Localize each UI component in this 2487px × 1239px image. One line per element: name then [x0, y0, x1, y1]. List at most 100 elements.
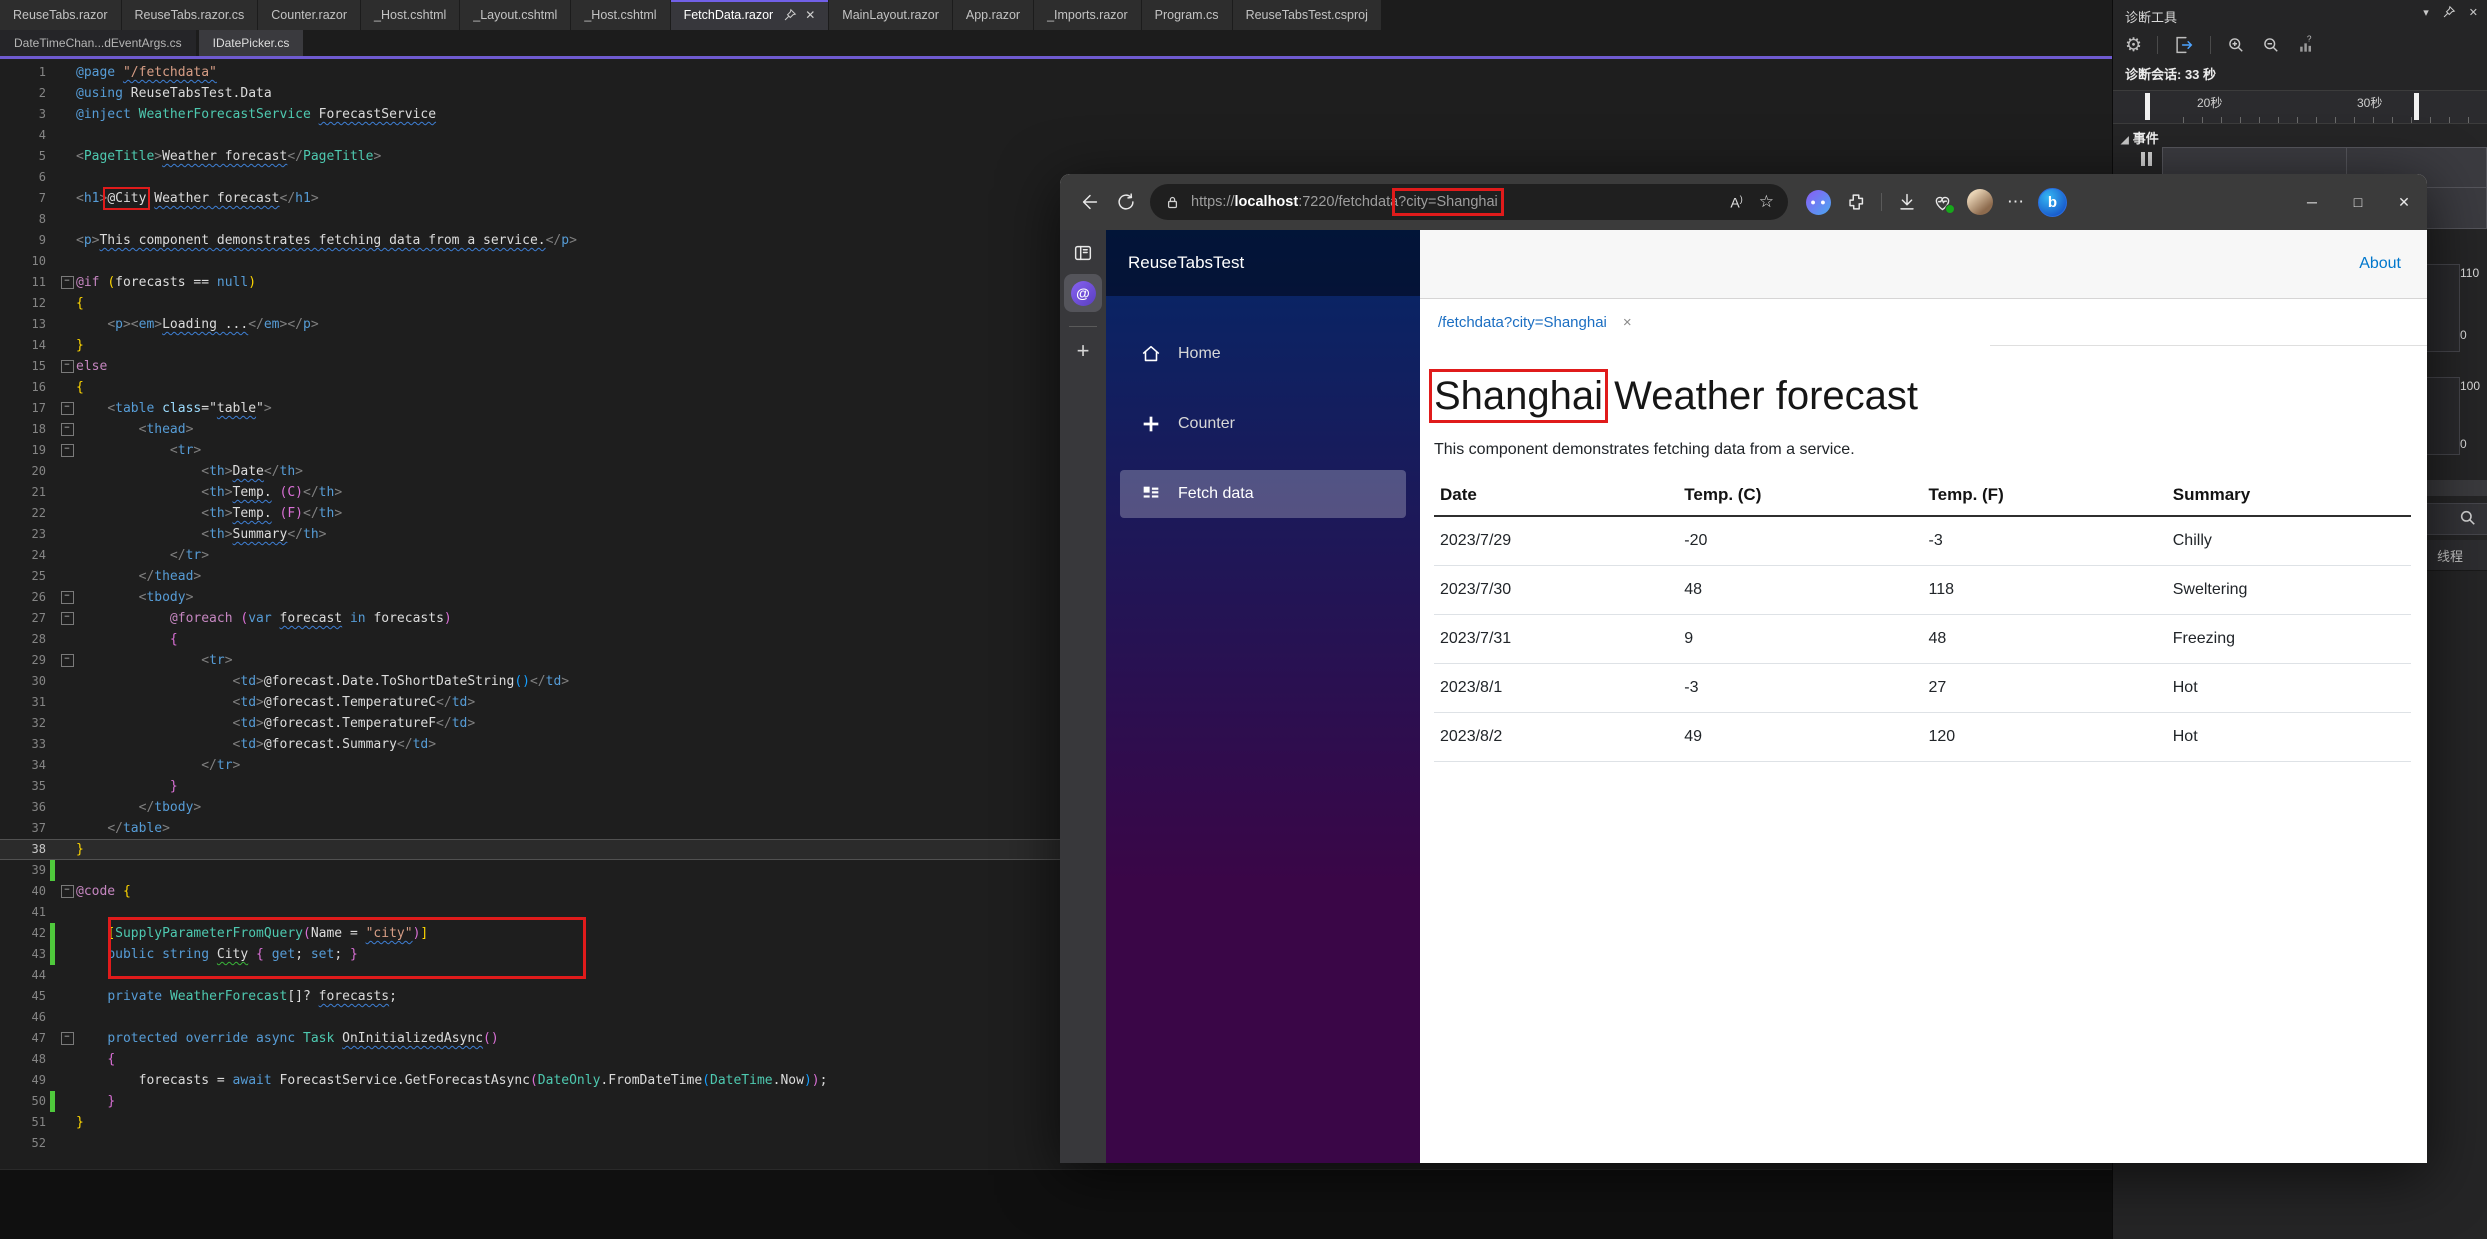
diag-zoom-out-icon[interactable]: [2261, 35, 2281, 55]
vs-tab-mainlayout-razor[interactable]: MainLayout.razor: [829, 0, 952, 30]
gutter-space: [50, 377, 58, 398]
gutter-space: [50, 839, 58, 860]
more-dots-icon[interactable]: ⋯: [2007, 192, 2024, 212]
about-link[interactable]: About: [2359, 255, 2401, 273]
favorite-star-icon[interactable]: ☆: [1759, 192, 1774, 212]
minimize-button[interactable]: ─: [2289, 174, 2335, 230]
fold-collapse-icon[interactable]: −: [60, 402, 74, 415]
pause-icon[interactable]: [2141, 152, 2152, 166]
diagnostic-timeline-ruler[interactable]: 20秒 30秒: [2113, 90, 2487, 124]
extension-orb-icon[interactable]: ● ●: [1806, 189, 1831, 215]
panel-dropdown-icon[interactable]: ▾: [2423, 6, 2429, 19]
line-number: 3: [38, 107, 46, 121]
line-number: 47: [31, 1031, 46, 1045]
fold-collapse-icon[interactable]: −: [60, 654, 74, 667]
diagnostic-session-label: 诊断会话: 33 秒: [2125, 67, 2217, 82]
code-line-3[interactable]: 3 @inject WeatherForecastService Forecast…: [0, 104, 2112, 125]
vs-tab--layout-cshtml[interactable]: _Layout.cshtml: [460, 0, 571, 30]
fold-collapse-icon[interactable]: −: [60, 612, 74, 625]
fold-collapse-icon[interactable]: −: [60, 276, 74, 289]
fold-collapse-icon[interactable]: −: [60, 591, 74, 604]
vs-tab-idatepicker-cs[interactable]: IDatePicker.cs: [198, 30, 304, 56]
vs-tab-reusetabs-razor[interactable]: ReuseTabs.razor: [0, 0, 121, 30]
app-sidebar: ReuseTabsTest Home Counter Fetch data: [1106, 230, 1420, 1163]
line-number: 42: [31, 926, 46, 940]
vs-tab--host-cshtml[interactable]: _Host.cshtml: [571, 0, 670, 30]
gutter-space: [50, 566, 58, 587]
divider: [1881, 193, 1882, 211]
maximize-button[interactable]: □: [2335, 174, 2381, 230]
fold-collapse-icon[interactable]: −: [60, 1032, 74, 1045]
vs-tab--host-cshtml[interactable]: _Host.cshtml: [361, 0, 460, 30]
app-brand[interactable]: ReuseTabsTest: [1106, 230, 1420, 296]
reuse-tab-fetchdata[interactable]: /fetchdata?city=Shanghai ×: [1420, 299, 1650, 346]
diag-settings-gear-icon[interactable]: ⚙: [2125, 34, 2142, 57]
bing-icon[interactable]: b: [2038, 187, 2067, 217]
close-button[interactable]: ✕: [2381, 174, 2427, 230]
active-browser-tab[interactable]: @: [1064, 274, 1102, 312]
puzzle-extensions-icon[interactable]: [1845, 191, 1867, 213]
vs-tab--imports-razor[interactable]: _Imports.razor: [1034, 0, 1141, 30]
address-bar[interactable]: https://localhost:7220/fetchdata?city=Sh…: [1150, 184, 1788, 220]
vs-tab-app-razor[interactable]: App.razor: [952, 0, 1034, 30]
line-number: 2: [38, 86, 46, 100]
fold-collapse-icon[interactable]: −: [60, 360, 74, 373]
line-number: 20: [31, 464, 46, 478]
vs-tab-fetchdata-razor[interactable]: FetchData.razor ✕: [670, 0, 829, 30]
sidebar-item-home[interactable]: Home: [1120, 330, 1406, 378]
code-line-4[interactable]: 4: [0, 125, 2112, 146]
code-line-1[interactable]: 1 @page "/fetchdata": [0, 62, 2112, 83]
change-bar: [50, 923, 55, 944]
gutter-space: [50, 881, 58, 902]
gutter-space: [50, 1112, 58, 1133]
new-tab-button[interactable]: +: [1077, 340, 1090, 362]
table-row: 2023/7/31 9 48 Freezing: [1434, 614, 2411, 664]
tab-close-icon[interactable]: ×: [1623, 314, 1632, 331]
browser-essentials-icon[interactable]: [1932, 192, 1955, 214]
vs-tab-datetimechan-deventargs-cs[interactable]: DateTimeChan...dEventArgs.cs: [0, 30, 196, 56]
timeline-handle-right[interactable]: [2414, 93, 2419, 120]
line-number: 48: [31, 1052, 46, 1066]
url-text[interactable]: https://localhost:7220/fetchdata?city=Sh…: [1191, 188, 1504, 216]
line-number: 24: [31, 548, 46, 562]
refresh-icon[interactable]: [1108, 184, 1144, 220]
diag-export-icon[interactable]: [2173, 34, 2195, 56]
close-tab-icon[interactable]: ✕: [805, 8, 815, 22]
panel-pin-icon[interactable]: [2442, 5, 2456, 19]
profile-avatar[interactable]: [1967, 189, 1993, 215]
pin-icon[interactable]: [783, 8, 797, 22]
diagnostic-tools-title: 诊断工具: [2125, 10, 2178, 25]
diag-zoom-in-icon[interactable]: [2226, 35, 2246, 55]
gutter-space: [50, 524, 58, 545]
vs-tab-reusetabs-razor-cs[interactable]: ReuseTabs.razor.cs: [121, 0, 258, 30]
gutter-space: [50, 1007, 58, 1028]
grid-icon: [1140, 483, 1162, 505]
lock-icon[interactable]: [1164, 194, 1181, 211]
download-icon[interactable]: [1896, 191, 1918, 213]
line-number: 15: [31, 359, 46, 373]
reuse-tabs-strip: /fetchdata?city=Shanghai ×: [1420, 299, 2427, 346]
code-line-2[interactable]: 2 @using ReuseTabsTest.Data: [0, 83, 2112, 104]
vs-tab-counter-razor[interactable]: Counter.razor: [258, 0, 361, 30]
vs-document-tabbar: ReuseTabs.razor ReuseTabs.razor.cs Counter…: [0, 0, 2112, 30]
fold-collapse-icon[interactable]: −: [60, 885, 74, 898]
gutter-space: [50, 797, 58, 818]
code-line-5[interactable]: 5 <PageTitle>Weather forecast</PageTitle>: [0, 146, 2112, 167]
tab-list-icon[interactable]: [1072, 242, 1094, 264]
table-header: Temp. (F): [1922, 475, 2167, 517]
gutter-space: [50, 440, 58, 461]
weather-table: Date Temp. (C) Temp. (F) Summary 2023/7/29-…: [1434, 475, 2411, 762]
events-section-header[interactable]: ◢ 事件: [2121, 128, 2159, 147]
line-number: 11: [31, 275, 46, 289]
fold-collapse-icon[interactable]: −: [60, 423, 74, 436]
timeline-handle-left[interactable]: [2145, 93, 2150, 120]
vs-tab-reusetabstest-csproj[interactable]: ReuseTabsTest.csproj: [1232, 0, 1381, 30]
sidebar-item-fetch-data[interactable]: Fetch data: [1120, 470, 1406, 518]
panel-close-icon[interactable]: ✕: [2469, 6, 2478, 19]
sidebar-item-counter[interactable]: Counter: [1120, 400, 1406, 448]
vs-tab-program-cs[interactable]: Program.cs: [1141, 0, 1232, 30]
diag-chart-icon[interactable]: ?: [2296, 35, 2316, 55]
read-aloud-icon[interactable]: A): [1730, 194, 1742, 211]
back-arrow-icon[interactable]: [1072, 184, 1108, 220]
fold-collapse-icon[interactable]: −: [60, 444, 74, 457]
